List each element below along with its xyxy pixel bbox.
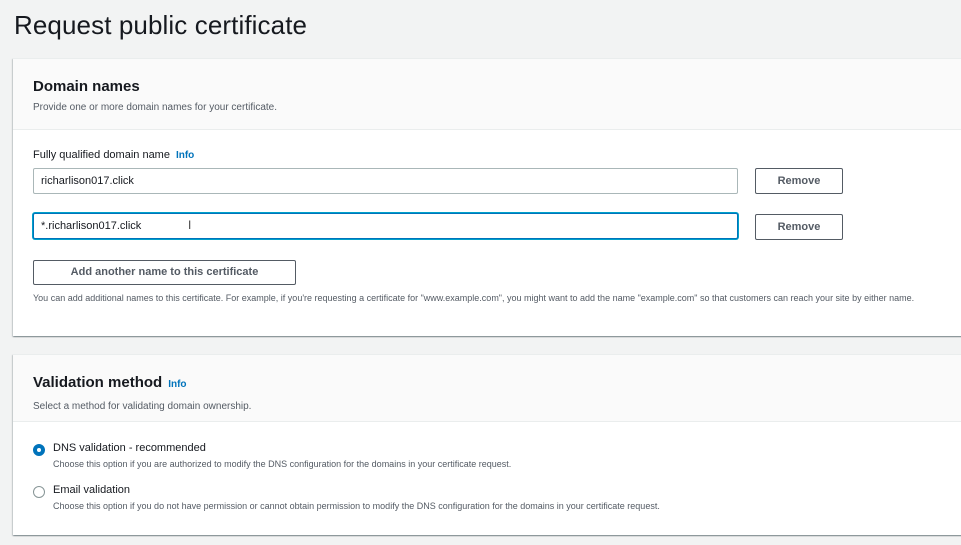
email-validation-radio[interactable] bbox=[33, 486, 45, 498]
fqdn-label-text: Fully qualified domain name bbox=[33, 149, 170, 161]
page-title: Request public certificate bbox=[14, 10, 308, 40]
fqdn-label: Fully qualified domain name Info bbox=[33, 149, 194, 161]
domain-names-description: Provide one or more domain names for you… bbox=[33, 102, 277, 113]
domain-names-header: Domain names Provide one or more domain … bbox=[13, 59, 961, 130]
dns-validation-description: Choose this option if you are authorized… bbox=[53, 459, 512, 469]
domain-names-panel: Domain names Provide one or more domain … bbox=[13, 58, 961, 336]
email-validation-label[interactable]: Email validation bbox=[53, 484, 130, 496]
fqdn-info-link[interactable]: Info bbox=[176, 150, 194, 161]
validation-info-link[interactable]: Info bbox=[168, 379, 186, 390]
domain-names-help-text: You can add additional names to this cer… bbox=[33, 293, 915, 303]
validation-method-heading-text: Validation method bbox=[33, 374, 163, 391]
remove-button-1[interactable]: Remove bbox=[755, 168, 843, 194]
domain-name-input-1[interactable]: richarlison017.click bbox=[33, 168, 738, 194]
dns-validation-radio[interactable] bbox=[33, 444, 45, 456]
domain-names-heading: Domain names bbox=[33, 78, 140, 95]
domain-name-input-2[interactable]: *.richarlison017.click bbox=[33, 213, 738, 239]
email-validation-description: Choose this option if you do not have pe… bbox=[53, 501, 660, 511]
add-another-name-button[interactable]: Add another name to this certificate bbox=[33, 260, 296, 285]
text-cursor-icon: I bbox=[188, 218, 192, 232]
remove-button-2[interactable]: Remove bbox=[755, 214, 843, 240]
dns-validation-label[interactable]: DNS validation - recommended bbox=[53, 442, 206, 454]
validation-method-panel: Validation method Info Select a method fo… bbox=[13, 354, 961, 535]
validation-method-heading: Validation method Info bbox=[33, 374, 187, 391]
validation-method-header: Validation method Info Select a method fo… bbox=[13, 355, 961, 422]
validation-method-description: Select a method for validating domain ow… bbox=[33, 401, 252, 412]
